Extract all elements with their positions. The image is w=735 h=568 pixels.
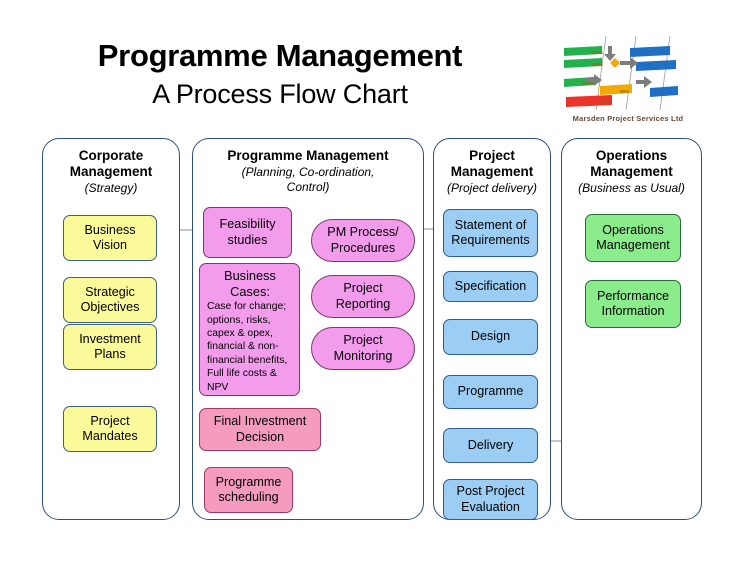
node-programme-scheduling[interactable]: Programme scheduling xyxy=(204,467,293,513)
node-label-line2: Decision xyxy=(235,429,285,444)
node-label-line2: Reporting xyxy=(335,296,391,311)
node-label-line2: scheduling xyxy=(218,490,279,504)
logo-caption: Marsden Project Services Ltd xyxy=(572,114,684,123)
node-delivery[interactable]: Delivery xyxy=(443,428,538,463)
node-label-line1: Delivery xyxy=(467,437,514,452)
node-label-line1: Strategic xyxy=(85,284,135,299)
node-label-line1: PM Process/ xyxy=(327,225,399,240)
node-project-monitoring[interactable]: Project Monitoring xyxy=(311,327,415,370)
node-label-line1: Programme xyxy=(457,384,524,399)
node-final-investment-decision[interactable]: Final Investment Decision xyxy=(199,408,321,451)
page-subtitle: A Process Flow Chart xyxy=(152,78,408,109)
node-label-line2: Objectives xyxy=(80,300,140,314)
node-label-line2: Cases: xyxy=(230,283,270,299)
node-pm-process-procedures[interactable]: PM Process/ Procedures xyxy=(311,219,415,262)
node-project-mandates[interactable]: Project Mandates xyxy=(63,406,157,452)
svg-text:100%: 100% xyxy=(591,50,603,55)
node-specification[interactable]: Specification xyxy=(443,271,538,302)
node-investment-plans[interactable]: Investment Plans xyxy=(63,324,157,370)
node-label-line1: Performance xyxy=(596,288,670,303)
node-label-line2: Plans xyxy=(94,347,126,361)
node-label-line1: Business xyxy=(224,268,276,283)
lane-subtitle: (Project delivery) xyxy=(446,180,538,195)
lane-header-project: Project Management (Project delivery) xyxy=(434,148,550,195)
lane-subtitle: (Strategy) xyxy=(84,180,138,195)
lane-title-line1: Corporate xyxy=(78,148,144,163)
node-programme[interactable]: Programme xyxy=(443,375,538,409)
node-label-line1: Feasibility xyxy=(219,217,276,232)
lane-header-programme: Programme Management (Planning, Co-ordin… xyxy=(193,148,423,194)
node-label-line1: Project xyxy=(90,413,130,428)
node-label-line1: Statement of xyxy=(454,217,527,232)
node-design[interactable]: Design xyxy=(443,319,538,355)
lane-header-operations: Operations Management (Business as Usual… xyxy=(562,148,701,195)
lane-title-line1: Operations xyxy=(595,148,668,163)
svg-text:80%: 80% xyxy=(600,100,609,105)
lane-title-line2: Management xyxy=(590,163,673,179)
svg-text:100%: 100% xyxy=(591,62,603,67)
node-feasibility-studies[interactable]: Feasibility studies xyxy=(203,207,292,258)
node-label-line1: Operations xyxy=(602,222,664,237)
lane-title-line1: Project xyxy=(469,148,515,163)
lane-subtitle: (Business as Usual) xyxy=(578,180,685,195)
lane-operations-management: Operations Management (Business as Usual… xyxy=(561,138,702,520)
node-label-line2: studies xyxy=(227,232,268,247)
node-business-vision[interactable]: Business Vision xyxy=(63,215,157,261)
title-block: Programme Management A Process Flow Char… xyxy=(0,38,560,110)
node-strategic-objectives[interactable]: Strategic Objectives xyxy=(63,277,157,323)
node-label-line1: Business xyxy=(84,222,136,237)
node-label-line1: Project xyxy=(343,281,383,296)
svg-text:60%: 60% xyxy=(620,89,629,94)
node-label-line2: Monitoring xyxy=(333,348,393,363)
svg-text:100%: 100% xyxy=(582,81,594,86)
node-label-line2: Mandates xyxy=(82,429,138,443)
lane-header-corporate: Corporate Management (Strategy) xyxy=(43,148,179,195)
node-performance-information[interactable]: Performance Information xyxy=(585,280,681,328)
flowchart-canvas: Programme Management A Process Flow Char… xyxy=(0,0,735,568)
company-logo: 100% 100% 100% 60% 80% Marsden Project S… xyxy=(558,32,698,132)
lane-title-line1: Programme Management xyxy=(227,148,389,163)
gantt-logo-icon: 100% 100% 100% 60% 80% xyxy=(564,35,678,111)
node-label-line1: Project xyxy=(343,333,383,348)
business-cases-heading: Business Cases: xyxy=(207,268,293,299)
node-label-line1: Programme xyxy=(215,474,282,489)
node-label-line1: Investment xyxy=(79,331,141,346)
node-label-line2: Procedures xyxy=(330,240,396,255)
page-title: Programme Management xyxy=(97,38,463,73)
node-label-line2: Evaluation xyxy=(461,499,520,514)
node-business-cases[interactable]: Business Cases: Case for change; options… xyxy=(199,263,300,396)
node-label-line1: Specification xyxy=(454,278,527,293)
lane-subtitle-line2: Control) xyxy=(286,179,330,194)
node-label-line1: Post Project xyxy=(456,484,525,499)
node-label-line2: Management xyxy=(596,238,670,252)
node-statement-of-requirements[interactable]: Statement of Requirements xyxy=(443,209,538,257)
lane-title-line2: Management xyxy=(69,163,153,179)
node-post-project-evaluation[interactable]: Post Project Evaluation xyxy=(443,479,538,520)
lane-title-line2: Management xyxy=(450,163,534,179)
lane-subtitle-line1: (Planning, Co-ordination, xyxy=(241,164,375,179)
node-label-line1: Design xyxy=(470,329,511,344)
node-label-line2: Information xyxy=(601,304,665,318)
node-label-line1: Final Investment xyxy=(213,414,307,429)
node-label-line2: Requirements xyxy=(451,233,530,247)
business-cases-detail: Case for change; options, risks, capex &… xyxy=(207,301,288,393)
node-project-reporting[interactable]: Project Reporting xyxy=(311,275,415,318)
node-operations-management[interactable]: Operations Management xyxy=(585,214,681,262)
node-label-line2: Vision xyxy=(92,238,128,252)
